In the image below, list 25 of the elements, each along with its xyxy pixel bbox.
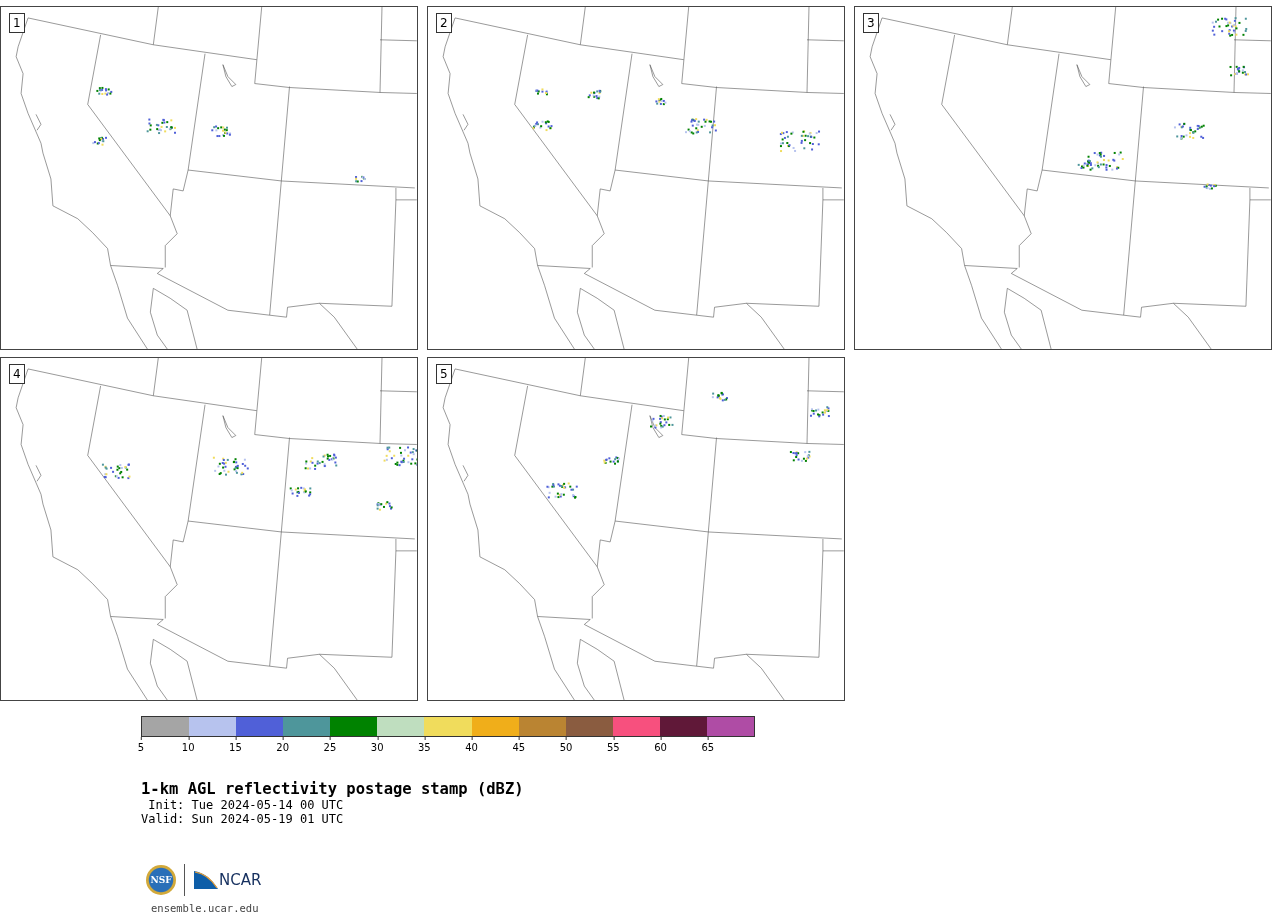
tick-label: 30: [370, 737, 384, 754]
init-time: Init: Tue 2024-05-14 00 UTC: [147, 798, 345, 812]
tick-label: 5: [137, 737, 145, 754]
plot-title: 1-km AGL reflectivity postage stamp (dBZ): [141, 780, 525, 798]
tick-label: 55: [606, 737, 620, 754]
tick-label: 40: [465, 737, 478, 754]
panel-number: 2: [436, 13, 452, 33]
panel-number: 5: [436, 364, 452, 384]
tick-label: 15: [229, 737, 242, 754]
ncar-arc-icon: [193, 870, 219, 890]
website-url: ensemble.ucar.edu: [151, 902, 260, 914]
tick-label: 25: [323, 737, 337, 754]
tick-label: 20: [276, 737, 290, 754]
panel-number: 1: [9, 13, 25, 33]
tick-label: 65: [701, 737, 715, 754]
tick-label: 60: [654, 737, 667, 754]
panel-number: 4: [9, 364, 25, 384]
panel-number: 3: [863, 13, 879, 33]
ncar-logo-text: NCAR: [219, 871, 262, 889]
tick-label: 50: [559, 737, 573, 754]
tick-label: 35: [418, 737, 431, 754]
nsf-logo: NSF: [146, 865, 176, 895]
tick-label: 45: [512, 737, 526, 754]
valid-time: Valid: Sun 2024-05-19 01 UTC: [141, 812, 345, 826]
tick-label: 10: [181, 737, 195, 754]
